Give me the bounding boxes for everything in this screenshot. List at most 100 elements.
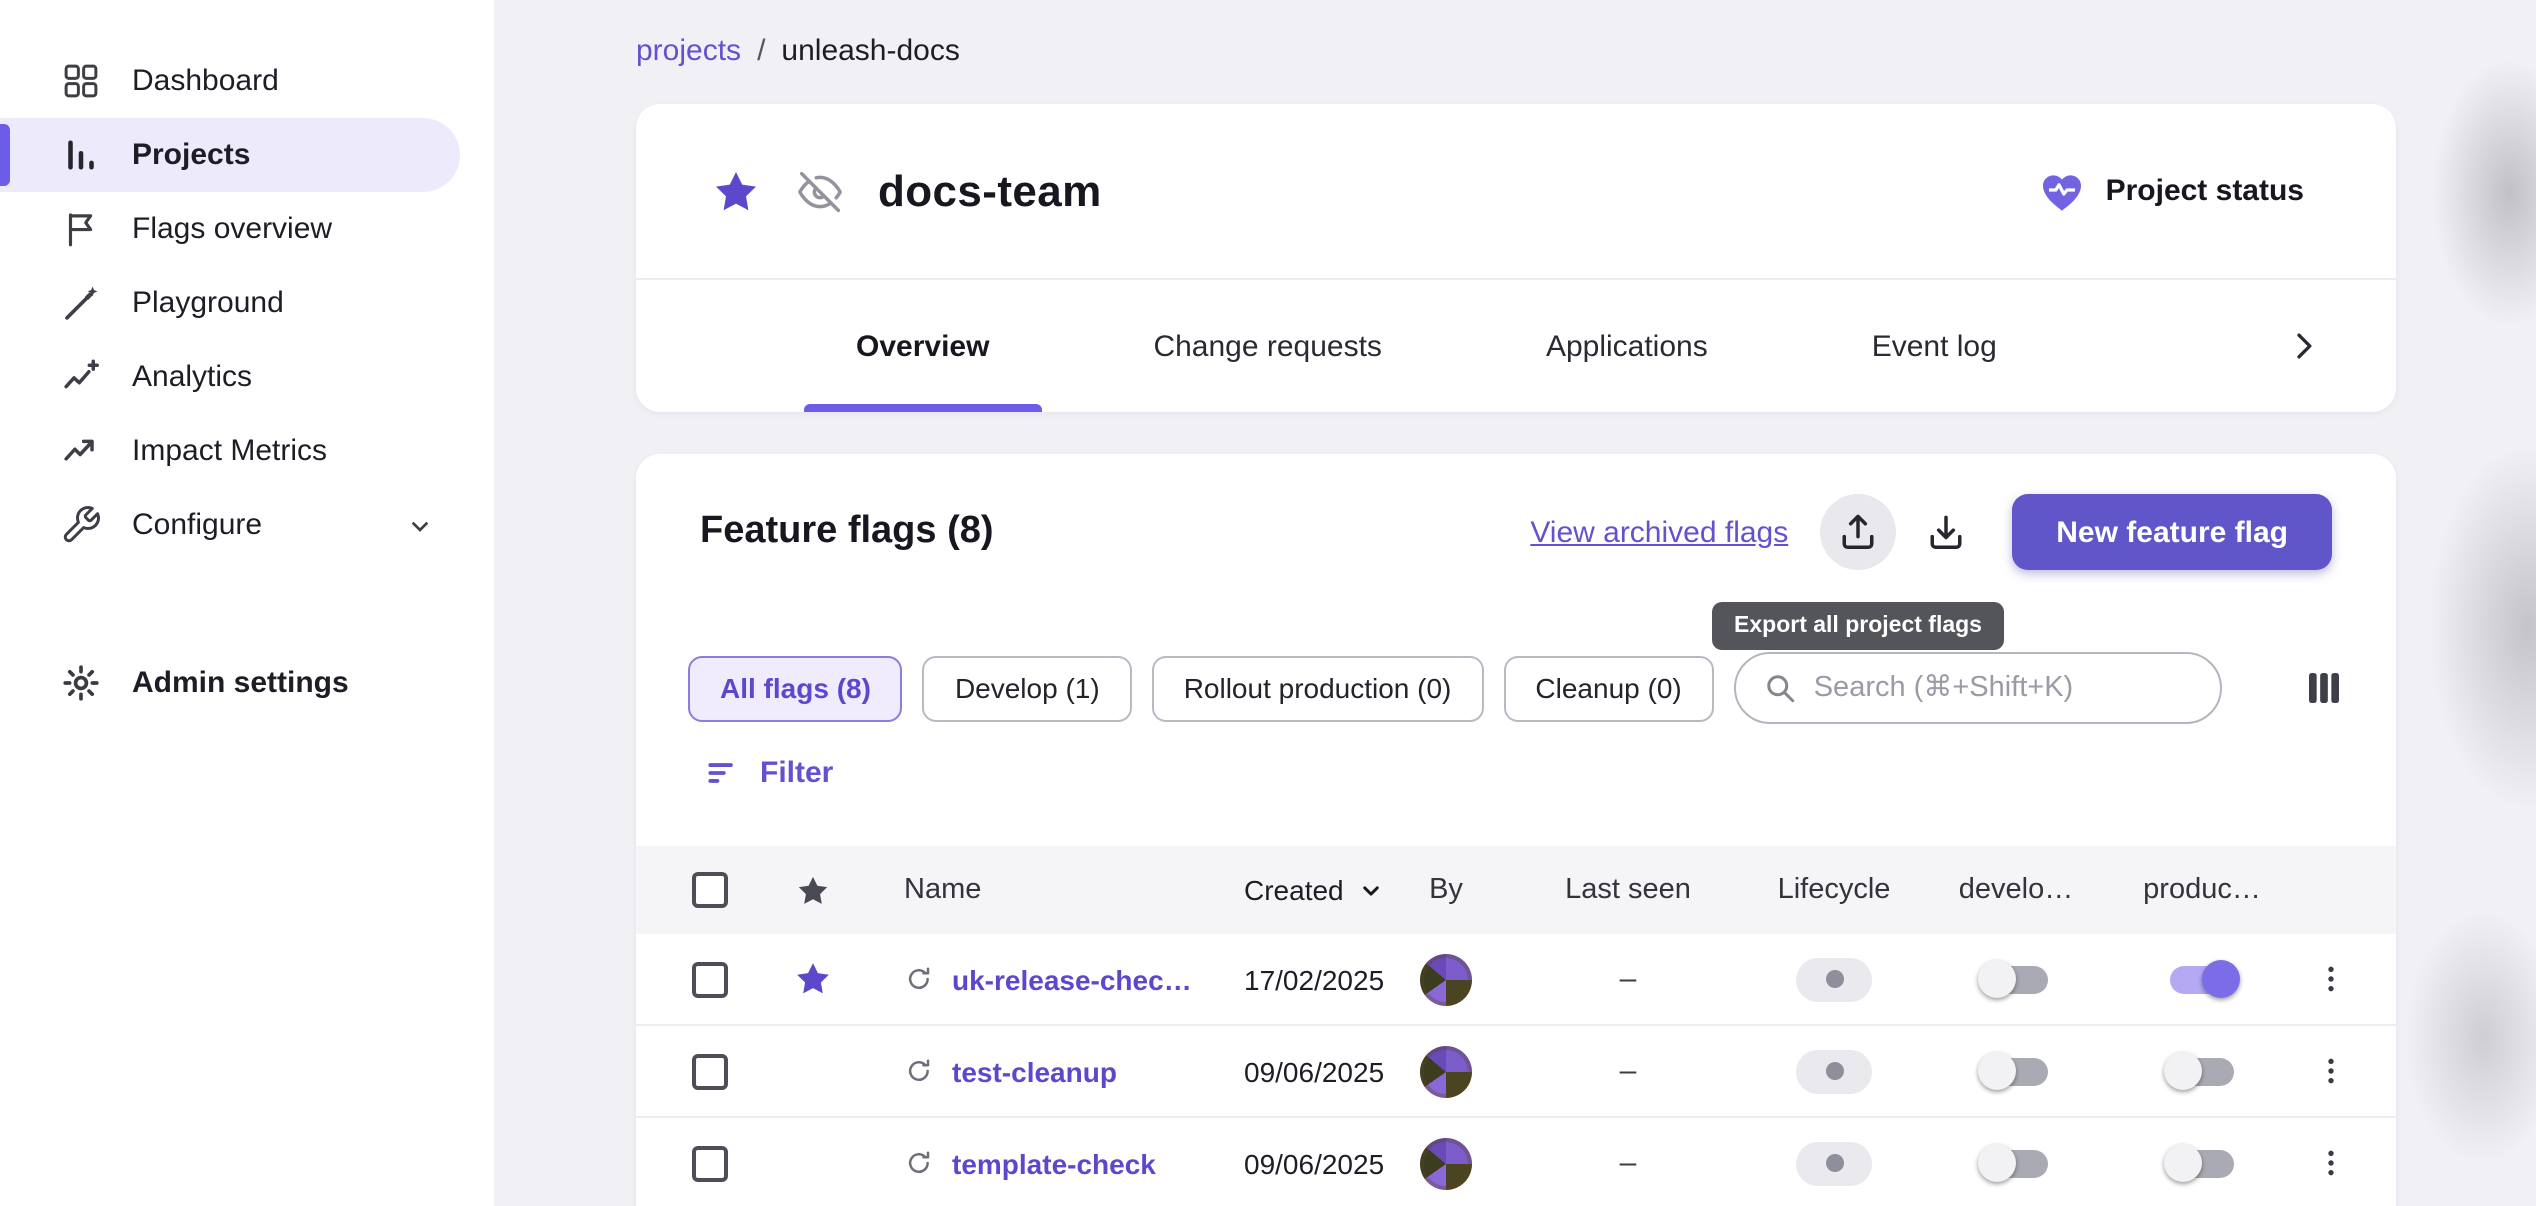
sidebar-item-impact-metrics[interactable]: Impact Metrics [0,414,460,488]
chip-all-flags[interactable]: All flags (8) [688,655,903,721]
eye-off-icon[interactable] [798,169,842,213]
chip-cleanup[interactable]: Cleanup (0) [1503,655,1713,721]
sidebar-item-flags-overview[interactable]: Flags overview [0,192,460,266]
project-health-heart-icon [2038,167,2086,215]
chip-rollout-production[interactable]: Rollout production (0) [1152,655,1484,721]
env-prod-toggle[interactable] [2170,1149,2234,1177]
import-flags-button[interactable] [1908,494,1984,570]
tab-applications[interactable]: Applications [1494,280,1760,412]
chip-develop[interactable]: Develop (1) [923,655,1132,721]
select-all-checkbox[interactable] [692,872,728,908]
view-archived-flags-link[interactable]: View archived flags [1530,515,1788,549]
flag-search-box [1734,652,2222,724]
lifecycle-badge[interactable] [1796,957,1872,1001]
tab-event-log[interactable]: Event log [1820,280,2049,412]
env-prod-toggle[interactable] [2170,965,2234,993]
header-name[interactable]: Name [864,874,1204,906]
columns-settings-icon[interactable] [2304,668,2344,708]
tab-label: Overview [856,329,989,363]
sidebar-item-label: Flags overview [132,212,332,246]
flag-created-date: 09/06/2025 [1204,1055,1380,1087]
feature-flags-title: Feature flags (8) [700,510,994,554]
sidebar-item-configure[interactable]: Configure [0,488,460,562]
tab-overview[interactable]: Overview [804,280,1041,412]
sidebar-item-playground[interactable]: Playground [0,266,460,340]
breadcrumb: projects / unleash-docs [636,30,2396,70]
env-dev-toggle[interactable] [1984,1057,2048,1085]
sidebar-item-label: Configure [132,508,262,542]
flag-last-seen: – [1512,1054,1744,1088]
lifecycle-dot-icon [1825,970,1843,988]
flag-last-seen: – [1512,1146,1744,1180]
env-dev-toggle[interactable] [1984,965,2048,993]
user-avatar[interactable] [1420,953,1472,1005]
env-prod-toggle[interactable] [2170,1057,2234,1085]
flag-type-icon [904,1056,934,1086]
sidebar-item-dashboard[interactable]: Dashboard [0,44,460,118]
header-created-label: Created [1244,874,1344,906]
sidebar-item-label: Playground [132,286,284,320]
gear-icon [60,662,102,704]
flag-name-link[interactable]: template-check [952,1147,1156,1179]
lifecycle-badge[interactable] [1796,1141,1872,1185]
row-checkbox[interactable] [692,1053,728,1089]
favorite-project-star-icon[interactable] [712,167,760,215]
header-lifecycle[interactable]: Lifecycle [1744,874,1924,906]
new-feature-flag-button[interactable]: New feature flag [2012,494,2332,570]
dashboard-icon [60,60,102,102]
flag-type-icon [904,964,934,994]
sidebar-item-admin-settings[interactable]: Admin settings [0,646,460,720]
filter-button[interactable]: Filter [704,754,833,792]
row-checkbox[interactable] [692,961,728,997]
header-last-seen[interactable]: Last seen [1512,874,1744,906]
lifecycle-dot-icon [1825,1062,1843,1080]
tab-label: Applications [1546,329,1708,363]
app-root: Dashboard Projects Flags overview Playgr… [0,0,2536,1206]
sidebar-item-label: Impact Metrics [132,434,327,468]
env-dev-toggle[interactable] [1984,1149,2048,1177]
export-flags-button[interactable] [1820,494,1896,570]
lifecycle-badge[interactable] [1796,1049,1872,1093]
favorites-column-star-icon[interactable] [795,873,829,907]
sidebar-item-analytics[interactable]: Analytics [0,340,460,414]
search-icon [1762,670,1798,706]
tab-label: Change requests [1153,329,1382,363]
flag-table-row[interactable]: uk-release-check… 17/02/2025 – [636,934,2396,1026]
flag-table-row[interactable]: test-cleanup 09/06/2025 – [636,1026,2396,1118]
row-checkbox[interactable] [692,1145,728,1181]
header-by[interactable]: By [1380,874,1512,906]
favorite-star-icon[interactable] [793,960,831,998]
flag-filter-chips-row: All flags (8) Develop (1) Rollout produc… [636,652,2396,724]
feature-flags-card: Feature flags (8) View archived flags Ne… [636,454,2396,1206]
tabs-scroll-right-icon[interactable] [2284,326,2324,366]
projects-icon [60,134,102,176]
tab-change-requests[interactable]: Change requests [1101,280,1434,412]
flag-name-link[interactable]: uk-release-check… [952,963,1204,995]
user-avatar[interactable] [1420,1045,1472,1097]
user-avatar[interactable] [1420,1137,1472,1189]
tab-label: Event log [1872,329,1997,363]
flag-table-row[interactable]: template-check 09/06/2025 – [636,1118,2396,1206]
breadcrumb-projects-link[interactable]: projects [636,33,741,67]
lifecycle-dot-icon [1825,1154,1843,1172]
flags-table-header: Name Created By Last seen Lifecycle deve… [636,846,2396,934]
row-actions-kebab-icon[interactable] [2313,1054,2347,1088]
search-input[interactable] [1814,672,2194,704]
project-tabs: Overview Change requests Applications Ev… [636,278,2396,412]
filter-icon [704,754,742,792]
flag-last-seen: – [1512,962,1744,996]
header-created[interactable]: Created [1204,874,1380,906]
feature-flags-header: Feature flags (8) View archived flags Ne… [636,454,2396,570]
export-icon [1836,510,1880,554]
sidebar-item-projects[interactable]: Projects [0,118,460,192]
chevron-down-icon [404,509,436,541]
project-status-label: Project status [2106,174,2304,208]
flag-name-link[interactable]: test-cleanup [952,1055,1117,1087]
flag-type-icon [904,1148,934,1178]
sidebar-item-label: Dashboard [132,64,279,98]
header-env-production[interactable]: produc… [2108,874,2296,906]
row-actions-kebab-icon[interactable] [2313,1146,2347,1180]
header-env-development[interactable]: develo… [1924,874,2108,906]
project-status-button[interactable]: Project status [2038,167,2304,215]
row-actions-kebab-icon[interactable] [2313,962,2347,996]
